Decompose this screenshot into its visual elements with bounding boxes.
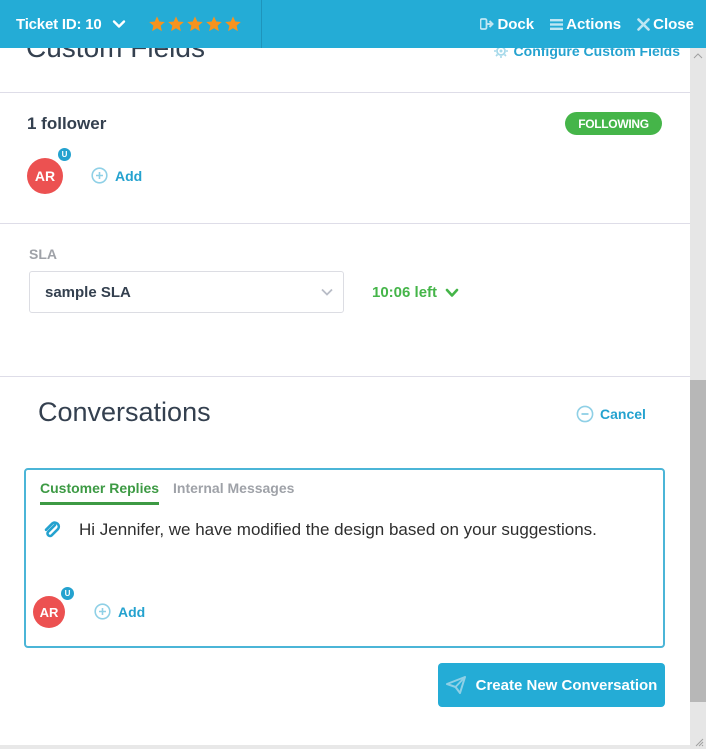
section-divider	[0, 223, 690, 224]
plus-circle-icon	[91, 167, 108, 184]
conversations-title: Conversations	[38, 397, 211, 427]
star-icon[interactable]	[224, 15, 242, 33]
conversation-tabs: Customer Replies Internal Messages	[40, 480, 294, 505]
star-icon[interactable]	[148, 15, 166, 33]
follower-avatar[interactable]: AR	[27, 158, 63, 194]
message-text: Hi Jennifer, we have modified the design…	[79, 520, 597, 539]
section-divider	[0, 376, 690, 377]
create-new-conversation-button[interactable]: Create New Conversation	[438, 663, 665, 707]
vertical-scrollbar[interactable]	[690, 48, 706, 749]
participant-avatar[interactable]: AR	[33, 596, 65, 628]
send-icon	[445, 676, 466, 694]
dock-label: Dock	[497, 15, 535, 33]
sla-time-left-label: 10:06 left	[372, 284, 438, 301]
star-icon[interactable]	[186, 15, 204, 33]
rating-stars[interactable]	[148, 15, 242, 33]
ticket-detail-panel: Custom Fields Configure Custom Fields 1 …	[0, 48, 690, 749]
cancel-label: Cancel	[600, 406, 646, 422]
cancel-button[interactable]: Cancel	[576, 405, 646, 423]
sla-time-left[interactable]: 10:06 left	[372, 284, 459, 301]
user-type-badge: U	[60, 586, 75, 601]
create-new-conversation-label: Create New Conversation	[475, 676, 658, 694]
header-actions: Dock Actions Close	[480, 16, 706, 33]
conversation-editor[interactable]: Customer Replies Internal Messages Hi Je…	[24, 468, 665, 648]
attachment-icon[interactable]	[42, 520, 62, 540]
dock-icon	[480, 18, 495, 30]
close-label: Close	[653, 15, 694, 33]
configure-custom-fields-link[interactable]: Configure Custom Fields	[492, 48, 680, 59]
actions-label: Actions	[566, 15, 622, 33]
custom-fields-title: Custom Fields	[26, 48, 205, 64]
section-divider	[0, 92, 690, 93]
close-icon	[637, 17, 650, 31]
tab-customer-replies[interactable]: Customer Replies	[40, 480, 160, 505]
ticket-id-label[interactable]: Ticket ID: 10	[16, 16, 102, 33]
sla-label: SLA	[29, 246, 57, 262]
tab-internal-messages[interactable]: Internal Messages	[173, 480, 294, 505]
scroll-up-arrow-icon[interactable]	[693, 52, 703, 60]
minus-circle-icon	[576, 405, 594, 423]
resize-grip-icon[interactable]	[694, 737, 704, 747]
configure-custom-fields-label: Configure Custom Fields	[513, 48, 680, 59]
menu-icon	[550, 18, 564, 31]
star-icon[interactable]	[205, 15, 223, 33]
chevron-down-icon[interactable]	[112, 17, 126, 31]
chevron-down-icon	[321, 288, 333, 296]
following-status-badge[interactable]: FOLLOWING	[565, 112, 662, 135]
plus-circle-icon	[94, 603, 111, 620]
add-participant-button[interactable]: Add	[94, 603, 145, 620]
ticket-header: Ticket ID: 10 Dock Actions Close	[0, 0, 706, 48]
add-participant-label: Add	[118, 603, 146, 620]
sla-selected-value: sample SLA	[45, 283, 131, 301]
gear-icon	[493, 48, 508, 58]
message-body[interactable]: Hi Jennifer, we have modified the design…	[42, 520, 597, 540]
actions-button[interactable]: Actions	[550, 16, 621, 33]
user-type-badge: U	[57, 147, 72, 162]
add-follower-label: Add	[115, 167, 143, 184]
chevron-down-icon	[445, 288, 459, 297]
panel-bottom-edge	[0, 745, 690, 749]
dock-button[interactable]: Dock	[480, 16, 534, 33]
sla-select[interactable]: sample SLA	[29, 271, 344, 313]
ticket-header-left: Ticket ID: 10	[0, 0, 262, 48]
star-icon[interactable]	[167, 15, 185, 33]
followers-count: 1 follower	[27, 114, 107, 133]
scrollbar-thumb[interactable]	[690, 380, 706, 702]
add-follower-button[interactable]: Add	[91, 167, 142, 184]
close-button[interactable]: Close	[637, 16, 694, 33]
